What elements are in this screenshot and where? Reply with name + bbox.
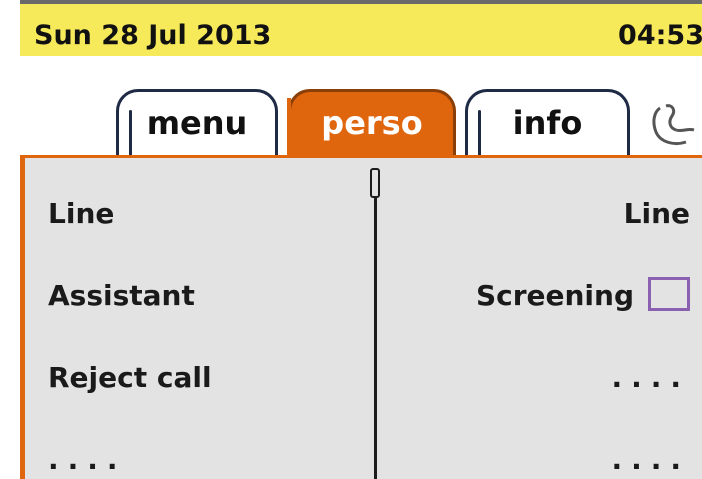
- screening-checkbox[interactable]: [648, 277, 690, 311]
- tab-info[interactable]: info: [465, 89, 630, 160]
- perso-panel: Line Assistant Reject call .... Line Scr…: [20, 155, 702, 479]
- tab-menu[interactable]: menu: [116, 89, 278, 160]
- left-item-empty[interactable]: ....: [48, 443, 127, 476]
- left-item-line[interactable]: Line: [48, 197, 114, 230]
- status-bar: Sun 28 Jul 2013 04:53: [20, 0, 702, 56]
- divider-handle: [370, 168, 380, 198]
- screening-label: Screening: [475, 279, 634, 312]
- tab-perso[interactable]: perso: [287, 89, 456, 162]
- date-display: Sun 28 Jul 2013: [34, 20, 272, 51]
- time-display: 04:53: [618, 20, 702, 51]
- right-item-line[interactable]: Line: [624, 197, 690, 230]
- left-item-assistant[interactable]: Assistant: [48, 279, 195, 312]
- left-item-reject-call[interactable]: Reject call: [48, 361, 212, 394]
- column-divider: [374, 172, 377, 479]
- right-item-empty-1[interactable]: ....: [611, 361, 690, 394]
- right-item-empty-2[interactable]: ....: [611, 443, 690, 476]
- handset-hook-icon[interactable]: [648, 100, 702, 150]
- right-item-screening[interactable]: Screening: [475, 277, 690, 314]
- phone-screen: Sun 28 Jul 2013 04:53 menu perso info Li…: [20, 0, 702, 479]
